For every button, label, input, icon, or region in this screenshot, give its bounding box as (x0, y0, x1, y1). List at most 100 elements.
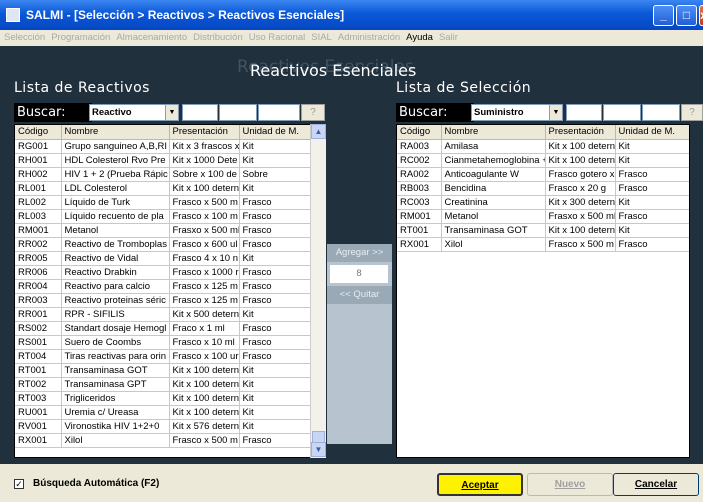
cell-nombre: Vironostika HIV 1+2+0 (61, 419, 170, 434)
table-row[interactable]: RC002 Cianmetahemoglobina + Kit x 100 dete… (397, 153, 689, 168)
reactivos-table[interactable]: Código Nombre Presentación Unidad de M. … (14, 124, 311, 458)
cell-unidad: Kit (615, 153, 689, 168)
table-row[interactable]: RA002 Anticoagulante W Frasco gotero x Fras… (397, 167, 689, 182)
col-codigo[interactable]: Código (397, 125, 442, 140)
table-row[interactable]: RH001 HDL Colesterol Rvo Pre Kit x 1000 De… (15, 153, 310, 168)
col-nombre[interactable]: Nombre (441, 125, 546, 140)
right-search-field-select[interactable]: Suministro ▼ (471, 104, 563, 121)
table-row[interactable]: RR002 Reactivo de Tromboplas Frasco x 600 … (15, 237, 310, 252)
right-help-button[interactable]: ? (681, 104, 703, 121)
table-row[interactable]: RV001 Vironostika HIV 1+2+0 Kit x 576 dete… (15, 419, 310, 434)
cancelar-button[interactable]: Cancelar (613, 473, 699, 496)
left-search-field-select[interactable]: Reactivo ▼ (89, 104, 179, 121)
quitar-button[interactable]: << Quitar (327, 286, 392, 304)
cell-presentacion: Frasxo x 500 ml (545, 209, 616, 224)
cell-codigo: RR004 (15, 279, 62, 294)
col-presentacion[interactable]: Presentación (169, 125, 240, 140)
table-row[interactable]: RR001 RPR - SIFILIS Kit x 500 detern Kit (15, 307, 310, 322)
cell-codigo: RL002 (15, 195, 62, 210)
table-row[interactable]: RG001 Grupo sanguineo A,B,RI Kit x 3 frasc… (15, 139, 310, 154)
table-row[interactable]: RT001 Transaminasa GOT Kit x 100 detern Kit (397, 223, 689, 238)
menu-salir[interactable]: Salir (439, 30, 458, 46)
left-help-button[interactable]: ? (301, 104, 325, 121)
table-row[interactable]: RT003 Trigliceridos Kit x 100 detern Kit (15, 391, 310, 406)
table-row[interactable]: RT002 Transaminasa GPT Kit x 100 detern Kit (15, 377, 310, 392)
col-nombre[interactable]: Nombre (61, 125, 170, 140)
table-row[interactable]: RU001 Uremia c/ Ureasa Kit x 100 detern Kit (15, 405, 310, 420)
left-search-input-3[interactable] (258, 104, 300, 121)
aceptar-button[interactable]: Aceptar (437, 473, 523, 496)
cell-nombre: Transaminasa GPT (61, 377, 170, 392)
menu-seleccion[interactable]: Selección (4, 30, 45, 46)
table-row[interactable]: RR006 Reactivo Drabkin Frasco x 1000 r Fras… (15, 265, 310, 280)
cell-presentacion: Kit x 300 detern (545, 195, 616, 210)
right-list-title: Lista de Selección (396, 80, 532, 96)
right-search-label: Buscar: (396, 103, 474, 122)
table-row[interactable]: RR005 Reactivo de Vidal Frasco 4 x 10 n Kit (15, 251, 310, 266)
menu-sial[interactable]: SIAL (311, 30, 332, 46)
cell-codigo: RX001 (397, 237, 442, 252)
menu-almacenamiento[interactable]: Almacenamiento (116, 30, 187, 46)
table-row[interactable]: RT001 Transaminasa GOT Kit x 100 detern Kit (15, 363, 310, 378)
table-row[interactable]: RX001 Xilol Frasco x 500 m Frasco (15, 433, 310, 448)
menu-ayuda[interactable]: Ayuda (406, 30, 433, 46)
scroll-up-arrow-icon[interactable]: ▲ (311, 124, 326, 139)
maximize-button[interactable]: □ (676, 5, 697, 26)
col-presentacion[interactable]: Presentación (545, 125, 616, 140)
col-unidad[interactable]: Unidad de M. (239, 125, 310, 140)
app-icon (6, 8, 20, 22)
table-row[interactable]: RM001 Metanol Frasxo x 500 ml Frasco (397, 209, 689, 224)
col-codigo[interactable]: Código (15, 125, 62, 140)
cell-nombre: Cianmetahemoglobina + (441, 153, 546, 168)
scroll-down-arrow-icon[interactable]: ▼ (311, 442, 326, 457)
menu-administracion[interactable]: Administración (338, 30, 400, 46)
menu-distribucion[interactable]: Distribución (193, 30, 243, 46)
left-search-input-2[interactable] (219, 104, 257, 121)
table-row[interactable]: RS002 Standart dosaje Hemogl Fraco x 1 ml F… (15, 321, 310, 336)
right-search-input-2[interactable] (603, 104, 641, 121)
table-row[interactable]: RA003 Amilasa Kit x 100 detern Kit (397, 139, 689, 154)
cell-nombre: Metanol (441, 209, 546, 224)
table-row[interactable]: RR003 Reactivo proteinas séric Frasco x 12… (15, 293, 310, 308)
left-search-input-1[interactable] (182, 104, 218, 121)
title-bar[interactable]: SALMI - [Selección > Reactivos > Reactiv… (0, 0, 703, 30)
table-row[interactable]: RX001 Xilol Frasco x 500 m Frasco (397, 237, 689, 252)
table-row[interactable]: RH002 HIV 1 + 2 (Prueba Rápic Sobre x 100 … (15, 167, 310, 182)
right-search-input-3[interactable] (642, 104, 680, 121)
table-row[interactable]: RR004 Reactivo para calcio Frasco x 125 mF… (15, 279, 310, 294)
menu-uso-racional[interactable]: Uso Racional (249, 30, 306, 46)
auto-search-checkbox[interactable]: ✓ (14, 479, 24, 489)
chevron-down-icon[interactable]: ▼ (165, 105, 178, 120)
reactivos-table-body: Código Nombre Presentación Unidad de M. … (15, 125, 310, 448)
cell-codigo: RR005 (15, 251, 62, 266)
nuevo-button[interactable]: Nuevo (527, 473, 613, 496)
table-row[interactable]: RL002 Líquido de Turk Frasco x 500 m Frasco (15, 195, 310, 210)
reactivos-scrollbar[interactable]: ▲ ▼ (310, 124, 326, 458)
cell-codigo: RX001 (15, 433, 62, 448)
cell-nombre: Líquido recuento de pla (61, 209, 170, 224)
agregar-button[interactable]: Agregar >> (327, 244, 392, 262)
table-row[interactable]: RC003 Creatinina Kit x 300 detern Kit (397, 195, 689, 210)
cell-codigo: RS001 (15, 335, 62, 350)
chevron-down-icon[interactable]: ▼ (549, 105, 562, 120)
cell-unidad: Kit (615, 223, 689, 238)
minimize-button[interactable]: _ (653, 5, 674, 26)
cell-codigo: RR002 (15, 237, 62, 252)
col-unidad[interactable]: Unidad de M. (615, 125, 689, 140)
cell-nombre: Xilol (61, 433, 170, 448)
cell-unidad: Kit (239, 251, 310, 266)
menu-programacion[interactable]: Programación (51, 30, 110, 46)
table-row[interactable]: RL001 LDL Colesterol Kit x 100 detern Kit (15, 181, 310, 196)
table-row[interactable]: RL003 Líquido recuento de pla Frasco x 100… (15, 209, 310, 224)
table-row[interactable]: RB003 Bencidina Frasco x 20 g Frasco (397, 181, 689, 196)
cell-presentacion: Frasxo x 500 ml (169, 223, 240, 238)
table-row[interactable]: RS001 Suero de Coombs Frasco x 10 ml Frasco (15, 335, 310, 350)
cell-presentacion: Kit x 3 frascos x (169, 139, 240, 154)
close-button[interactable]: x (699, 5, 703, 26)
table-row[interactable]: RM001 Metanol Frasxo x 500 ml Frasco (15, 223, 310, 238)
seleccion-table[interactable]: Código Nombre Presentación Unidad de M. … (396, 124, 690, 458)
right-search-field-value: Suministro (474, 107, 524, 118)
right-search-input-1[interactable] (566, 104, 602, 121)
table-row[interactable]: RT004 Tiras reactivas para orin Frasco x 1… (15, 349, 310, 364)
cell-presentacion: Sobre x 100 de (169, 167, 240, 182)
